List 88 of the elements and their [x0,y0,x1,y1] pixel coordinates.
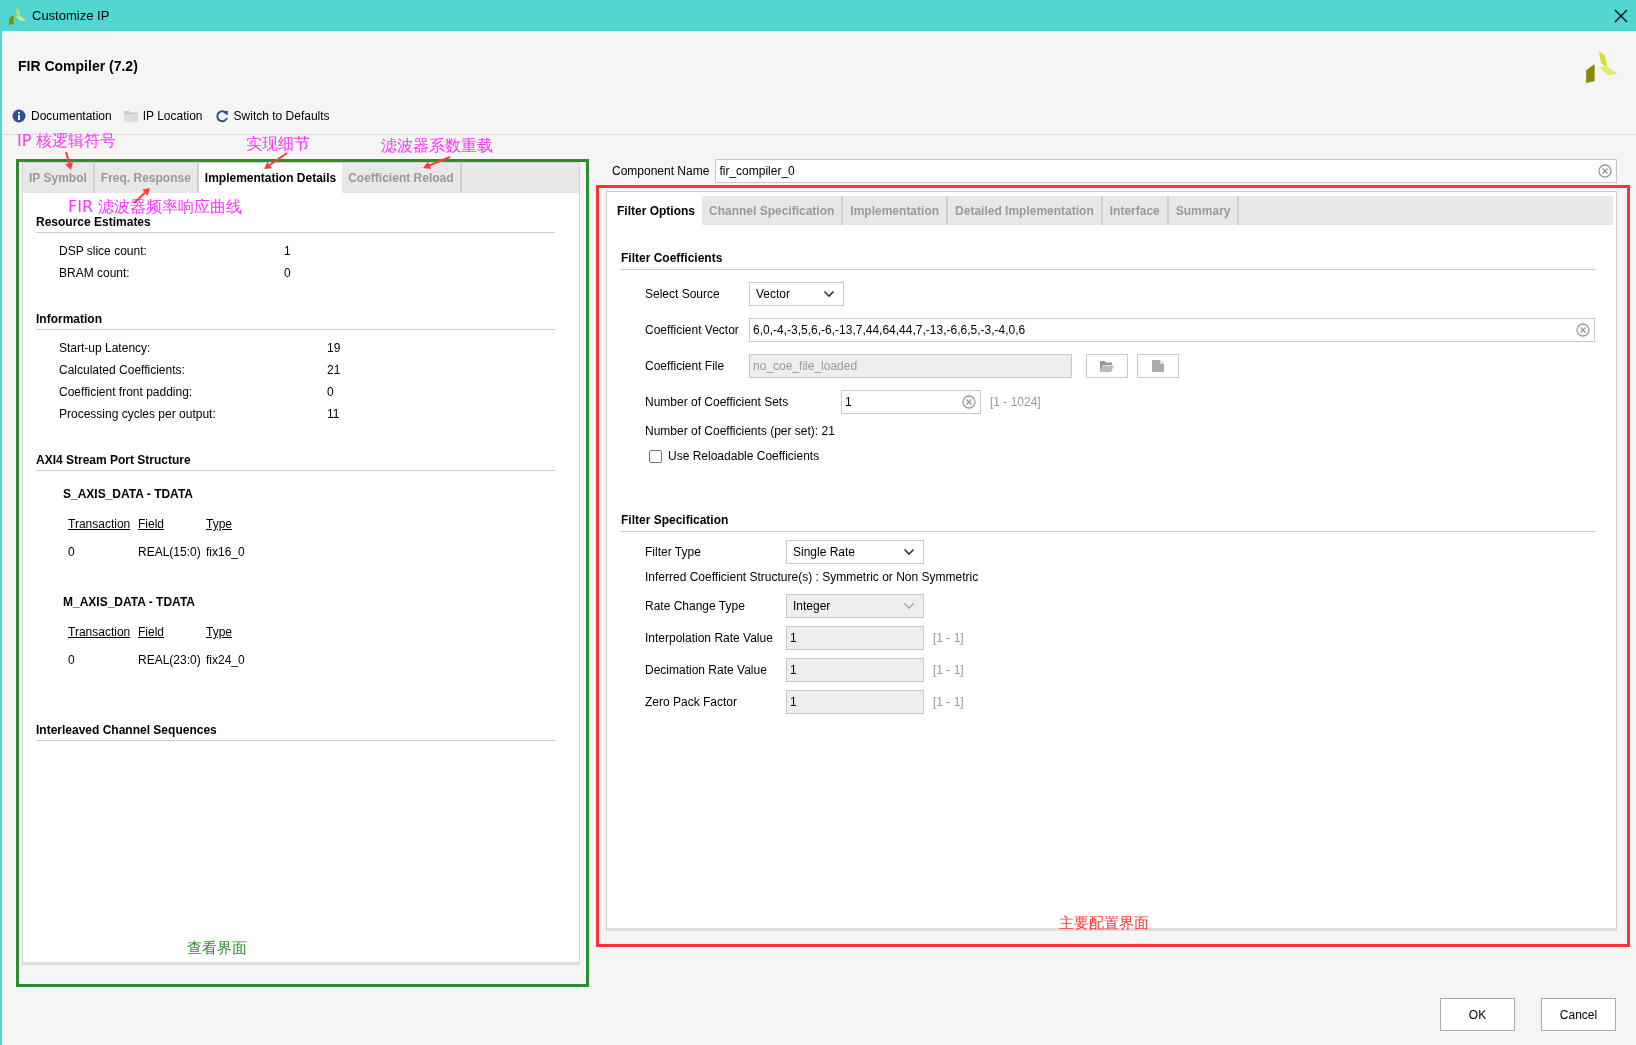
checkbox[interactable] [649,449,662,463]
annotation-label: FIR 滤波器频率响应曲线 [68,197,243,217]
field-value: 0 [284,266,291,280]
range-hint: [1 - 1] [933,631,964,645]
toolbar-link[interactable]: Switch to Defaults [214,109,330,123]
field-label: Coefficient Vector [645,323,740,337]
field-label: Decimation Rate Value [645,663,768,677]
range-hint: [1 - 1] [933,663,964,677]
arrow [423,156,451,170]
info-icon [12,109,26,123]
column-header: Transaction [68,517,131,531]
port-name: S_AXIS_DATA - TDATA [63,487,194,501]
field-value: 11 [327,407,340,421]
text-field[interactable]: 1 [841,390,981,414]
annotation-label: 查看界面 [187,939,247,958]
section-heading: Filter Specification [621,513,1595,532]
close-icon[interactable] [1614,8,1628,23]
table-cell-text: 0 [68,653,76,667]
refresh-icon [214,109,229,123]
chevron-down-icon [903,602,915,610]
clear-icon [1598,164,1612,178]
table-cell: fix16_0 [206,545,245,559]
tab[interactable]: Filter Options [610,196,702,225]
field-value: 21 [327,363,341,377]
toolbar-link[interactable]: IP Location [123,109,203,123]
field-label: Coefficient File [645,359,726,373]
field-label: Processing cycles per output: [59,407,217,421]
annotation-label: IP 核逻辑符号 [17,131,117,152]
annotation-label: 主要配置界面 [1059,914,1149,933]
checkbox-label[interactable]: Use Reloadable Coefficients [649,449,820,463]
range-hint: [1 - 1] [933,695,964,709]
info-text: Number of Coefficients (per set): 21 [645,424,835,438]
field-label: Component Name [612,164,710,178]
info-text: Inferred Coefficient Structure(s) : Symmetric or Non Symmetric [645,570,979,584]
section-heading: Information [36,312,555,330]
field-label: Select Source [645,287,721,301]
column-header: Field [138,517,164,531]
section-heading: Resource Estimates [36,215,555,233]
brand-logo-icon [1584,49,1618,83]
text-field[interactable]: 6,0,-4,-3,5,6,-6,-13,7,44,64,44,7,-13,-6,6,5,-3,-4,0,6 [749,318,1595,342]
component-title: FIR Compiler (7.2) [18,58,138,74]
section-heading: Filter Coefficients [621,251,1595,270]
window-title: Customize IP [32,8,111,23]
field-label: Calculated Coefficients: [59,363,186,377]
app-logo-icon [8,6,26,25]
range-hint: [1 - 1024] [990,395,1041,409]
field-label: Start-up Latency: [59,341,152,355]
table-cell-text: 0 [68,545,76,559]
table-cell-text: REAL(23:0) [138,653,202,667]
browse-button[interactable] [1086,354,1128,378]
field-label: Number of Coefficient Sets [645,395,790,409]
export-button[interactable] [1137,354,1179,378]
text-field[interactable]: fir_compiler_0 [715,159,1617,183]
arrow [264,152,288,169]
field-value: 0 [327,385,334,399]
table-cell-text: REAL(15:0) [138,545,202,559]
document-icon [1152,360,1164,372]
section-heading: Interleaved Channel Sequences [36,723,555,741]
folder-icon [123,110,138,122]
field-label: Zero Pack Factor [645,695,739,709]
column-header: Type [206,625,232,639]
field-label: DSP slice count: [59,244,148,258]
field-label: Coefficient front padding: [59,385,194,399]
folder-icon [1100,360,1114,372]
section-heading: AXI4 Stream Port Structure [36,453,555,471]
dialog-button[interactable]: OK [1440,998,1515,1031]
field-value: 1 [284,244,291,258]
dropdown[interactable]: Single Rate [786,540,924,564]
field-label: Interpolation Rate Value [645,631,774,645]
annotation-label: 滤波器系数重载 [381,136,493,157]
chevron-down-icon [823,290,835,298]
column-header: Type [206,517,232,531]
table-cell: fix24_0 [206,653,245,667]
port-name: M_AXIS_DATA - TDATA [63,595,196,609]
field-label: Rate Change Type [645,599,746,613]
chevron-down-icon [903,548,915,556]
field-value: 19 [327,341,341,355]
tab[interactable]: Implementation Details [198,163,343,193]
annotation-label: 实现细节 [246,134,310,155]
column-header: Field [138,625,164,639]
field-label: BRAM count: [59,266,131,280]
arrow [65,151,73,170]
toolbar-link[interactable]: Documentation [12,109,112,123]
dropdown: Integer [786,594,924,618]
field-label: Filter Type [645,545,702,559]
column-header: Transaction [68,625,131,639]
dropdown[interactable]: Vector [749,282,844,306]
dialog-button[interactable]: Cancel [1541,998,1616,1031]
